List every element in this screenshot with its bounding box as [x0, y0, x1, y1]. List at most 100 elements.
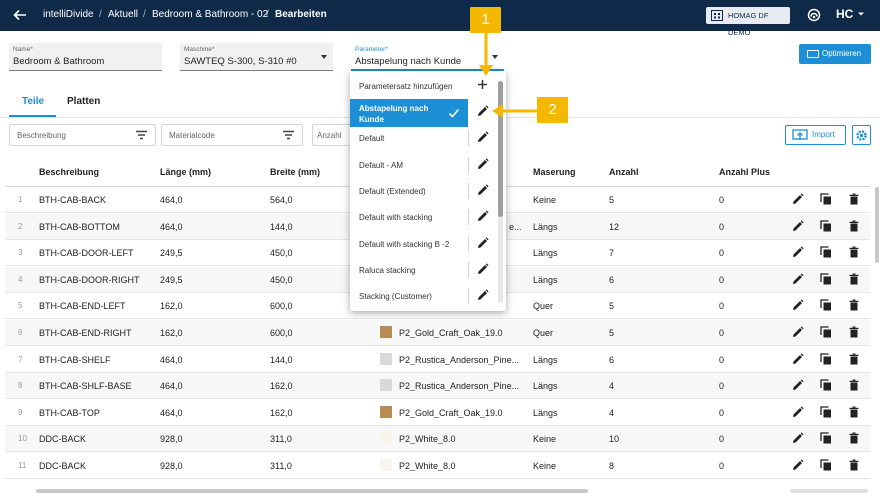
copy-icon[interactable]	[820, 219, 832, 232]
edit-icon[interactable]	[792, 219, 804, 232]
column-header-length[interactable]: Länge (mm)	[160, 167, 211, 177]
cell-width: 311,0	[270, 434, 292, 445]
edit-icon[interactable]	[792, 299, 804, 311]
edit-icon[interactable]	[792, 273, 804, 285]
filter-icon[interactable]	[283, 130, 294, 140]
delete-icon[interactable]	[848, 432, 860, 444]
column-header-grain[interactable]: Maserung	[533, 167, 576, 177]
tenant-selector[interactable]: HOMAG DF DEMO	[706, 7, 790, 37]
building-icon	[711, 10, 723, 21]
delete-icon[interactable]	[848, 459, 860, 471]
edit-icon[interactable]	[477, 105, 489, 117]
support-icon[interactable]	[807, 8, 821, 22]
table-row[interactable]: 7 BTH-CAB-SHELF 464,0 144,0 Längs 6 0 P2_Rustic…	[5, 347, 870, 373]
parameter-option[interactable]: Abstapelung nach Kunde	[350, 99, 506, 127]
edit-icon[interactable]	[477, 263, 489, 275]
edit-icon[interactable]	[792, 193, 804, 205]
user-menu[interactable]: HC	[836, 7, 865, 21]
edit-icon[interactable]	[792, 459, 804, 471]
edit-icon[interactable]	[477, 157, 489, 170]
column-header-quantity[interactable]: Anzahl	[609, 167, 639, 177]
copy-icon[interactable]	[820, 432, 832, 444]
horizontal-scroll-thumb-fixed[interactable]	[790, 489, 868, 493]
tab-teile[interactable]: Teile	[22, 96, 44, 107]
delete-icon[interactable]	[848, 379, 860, 391]
delete-icon[interactable]	[848, 406, 860, 418]
optimize-button[interactable]: Optimieren	[799, 44, 871, 64]
cell-length: 464,0	[160, 407, 183, 418]
parameter-option[interactable]: Default with stacking B -2	[350, 231, 506, 257]
edit-icon[interactable]	[792, 379, 804, 391]
table-row[interactable]: 9 BTH-CAB-TOP 464,0 162,0 Längs 4 0 P2_Gold_Cra…	[5, 400, 870, 426]
breadcrumb-separator: /	[266, 9, 269, 20]
edit-icon[interactable]	[792, 246, 804, 258]
column-header-width[interactable]: Breite (mm)	[270, 167, 320, 177]
horizontal-scrollbar[interactable]	[0, 486, 880, 496]
description-filter-input[interactable]: Beschreibung	[9, 124, 156, 146]
filter-icon[interactable]	[136, 130, 147, 140]
parameter-option[interactable]: Raluca stacking	[350, 257, 506, 283]
material-swatch	[380, 432, 392, 445]
import-button[interactable]: Import	[785, 125, 846, 145]
plus-icon[interactable]	[477, 79, 488, 90]
copy-icon[interactable]	[820, 459, 832, 471]
column-header-quantity-plus[interactable]: Anzahl Plus	[719, 167, 770, 177]
parameter-option[interactable]: Default (Extended)	[350, 178, 506, 204]
parameter-option[interactable]: Stacking (Customer)	[350, 283, 506, 309]
delete-icon[interactable]	[848, 246, 860, 258]
settings-button[interactable]	[852, 125, 871, 145]
name-value: Bedroom & Bathroom	[13, 56, 105, 67]
vertical-scroll-thumb[interactable]	[875, 187, 879, 263]
parameter-option[interactable]: Default - AM	[350, 152, 506, 178]
edit-icon[interactable]	[792, 406, 804, 418]
edit-icon[interactable]	[792, 326, 804, 338]
name-field[interactable]: Name* Bedroom & Bathroom	[9, 43, 162, 71]
delete-icon[interactable]	[848, 193, 860, 205]
edit-icon[interactable]	[477, 210, 489, 222]
cell-quantity-plus: 0	[719, 328, 725, 338]
copy-icon[interactable]	[820, 246, 832, 258]
edit-icon[interactable]	[477, 289, 489, 301]
delete-icon[interactable]	[848, 220, 860, 232]
delete-icon[interactable]	[848, 353, 860, 365]
parameter-option-label: Abstapelung nach Kunde	[359, 104, 429, 124]
edit-icon[interactable]	[792, 432, 804, 444]
horizontal-scroll-thumb[interactable]	[36, 489, 588, 493]
copy-icon[interactable]	[820, 193, 832, 205]
copy-icon[interactable]	[820, 273, 832, 285]
vertical-scrollbar[interactable]	[875, 187, 880, 487]
table-row[interactable]: 11 DDC-BACK 928,0 311,0 Keine 8 0 P2_White_8.0	[5, 453, 870, 479]
edit-icon[interactable]	[477, 184, 489, 196]
breadcrumb-aktuell[interactable]: Aktuell	[108, 9, 138, 20]
column-header-description[interactable]: Beschreibung	[39, 167, 99, 177]
copy-icon[interactable]	[820, 299, 832, 311]
parameter-option[interactable]: Default with stacking	[350, 204, 506, 230]
table-row[interactable]: 6 BTH-CAB-END-RIGHT 162,0 600,0 Quer 5 0 P2_Gol…	[5, 320, 870, 346]
quantity-filter-placeholder: Anzahl	[317, 131, 342, 140]
cell-quantity-plus: 0	[719, 301, 725, 312]
app-name[interactable]: intelliDivide	[43, 9, 94, 20]
table-row[interactable]: 10 DDC-BACK 928,0 311,0 Keine 10 0 P2_White_8.0	[5, 426, 870, 453]
edit-icon[interactable]	[477, 131, 489, 143]
copy-icon[interactable]	[820, 379, 832, 391]
description-filter-placeholder: Beschreibung	[17, 131, 66, 140]
cell-width: 450,0	[270, 274, 293, 285]
copy-icon[interactable]	[820, 326, 832, 338]
quantity-filter-input[interactable]: Anzahl	[312, 124, 352, 146]
back-arrow-icon[interactable]	[13, 8, 27, 22]
material-filter-input[interactable]: Materialcode	[161, 124, 303, 146]
edit-icon[interactable]	[477, 236, 489, 249]
option-divider	[468, 288, 469, 305]
machine-select[interactable]: Maschine* SAWTEQ S-300, S-310 #0	[180, 43, 333, 71]
delete-icon[interactable]	[848, 299, 860, 311]
delete-icon[interactable]	[848, 273, 860, 285]
dropdown-scroll-thumb[interactable]	[498, 81, 503, 217]
tab-platten[interactable]: Platten	[67, 96, 100, 107]
copy-icon[interactable]	[820, 352, 832, 365]
parameter-option[interactable]: Default	[350, 125, 506, 151]
edit-icon[interactable]	[792, 352, 804, 365]
copy-icon[interactable]	[820, 406, 832, 418]
breadcrumb-project[interactable]: Bedroom & Bathroom - 02	[152, 9, 268, 20]
delete-icon[interactable]	[848, 326, 860, 338]
table-row[interactable]: 8 BTH-CAB-SHLF-BASE 464,0 162,0 Längs 4 0 P2_Ru…	[5, 373, 870, 400]
